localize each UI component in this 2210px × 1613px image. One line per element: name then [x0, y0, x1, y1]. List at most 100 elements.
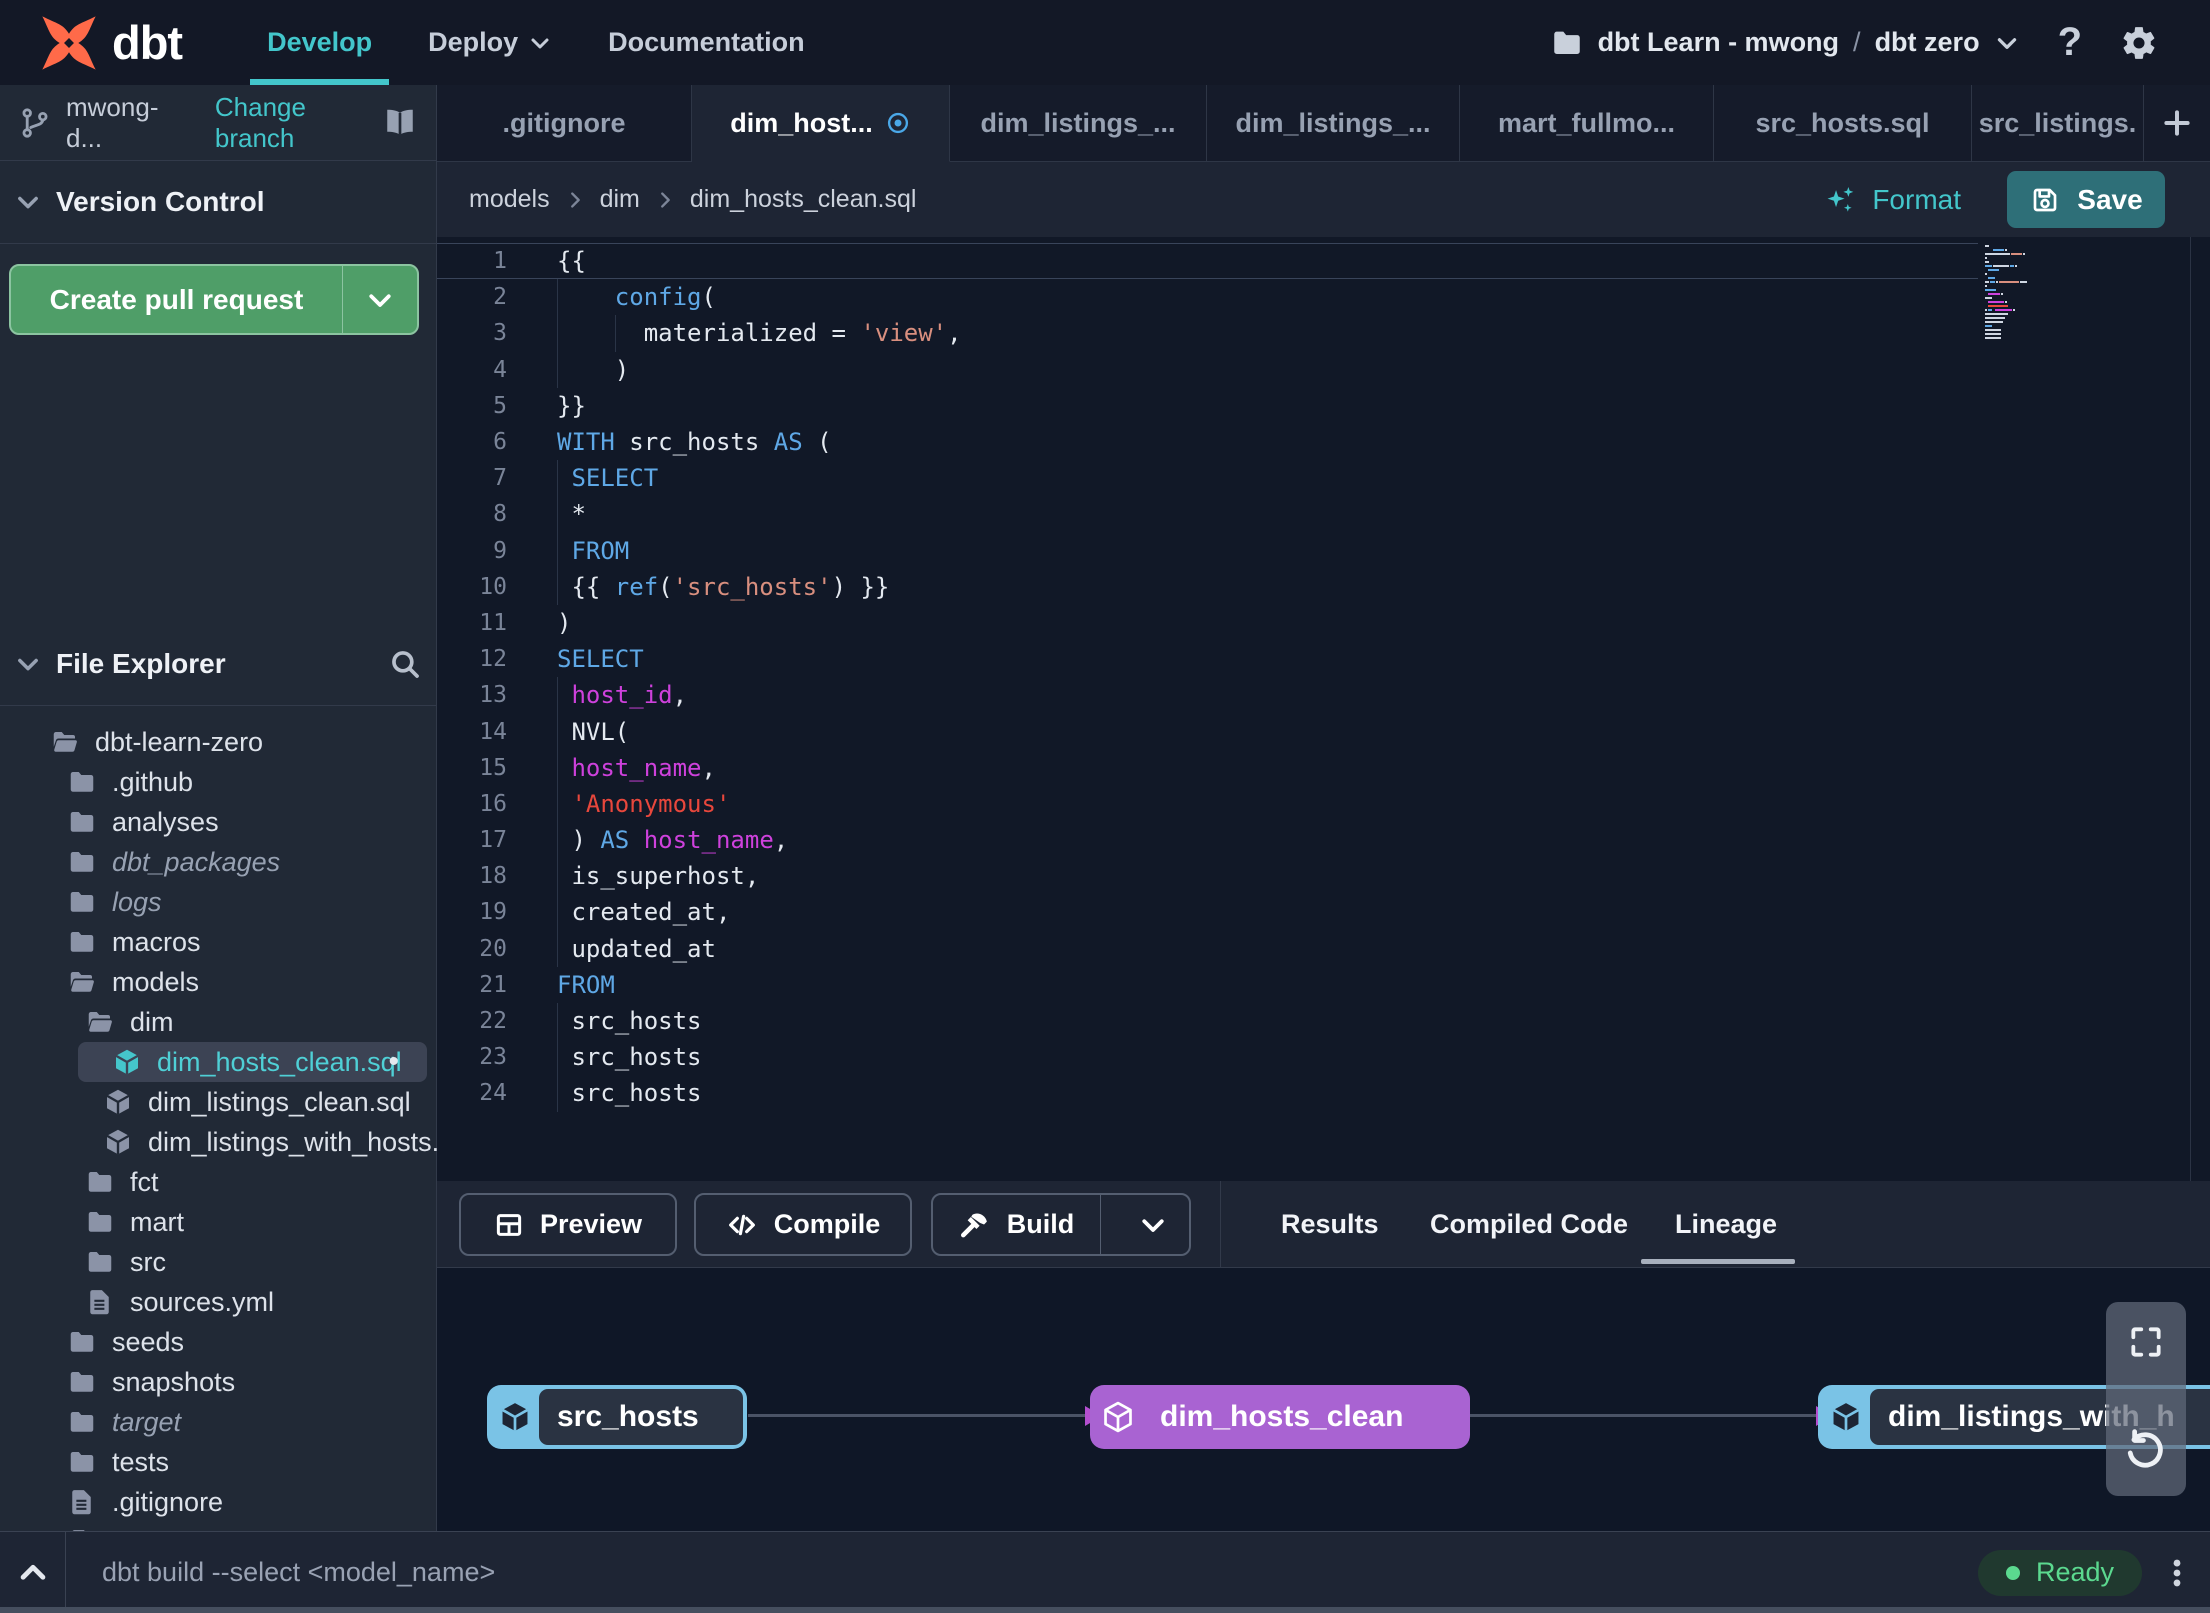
code-line-13[interactable]: 13 host_id, — [437, 677, 1978, 714]
project-name[interactable]: dbt zero — [1875, 27, 1980, 58]
code-line-1[interactable]: 1 {{ — [437, 243, 1978, 280]
build-main[interactable]: Build — [933, 1195, 1101, 1254]
result-tab-results[interactable]: Results — [1281, 1181, 1379, 1267]
create-pr-dropdown[interactable] — [343, 266, 417, 333]
code-line-15[interactable]: 15 host_name, — [437, 749, 1978, 786]
tab-label: dim_listings_... — [980, 108, 1176, 138]
save-button[interactable]: Save — [2007, 171, 2165, 228]
tree-item-analyses[interactable]: analyses — [0, 802, 436, 842]
code-line-24[interactable]: 24 src_hosts — [437, 1075, 1978, 1112]
code-line-5[interactable]: 5}} — [437, 388, 1978, 424]
tab-dim-listings-[interactable]: dim_listings_... — [1207, 85, 1460, 162]
create-pull-request-label[interactable]: Create pull request — [11, 266, 343, 333]
tree-item-snapshots[interactable]: snapshots — [0, 1362, 436, 1402]
code-line-8[interactable]: 8 * — [437, 496, 1978, 533]
action-row: Preview Compile Build Results Compiled Co… — [437, 1181, 2210, 1268]
tree-item-mart[interactable]: mart — [0, 1202, 436, 1242]
tree-item-dim-hosts-clean-sql[interactable]: dim_hosts_clean.sql • — [78, 1042, 427, 1082]
code-text: FROM — [571, 536, 630, 565]
code-line-3[interactable]: 3 materialized = 'view', — [437, 315, 1978, 352]
tree-item-tests[interactable]: tests — [0, 1442, 436, 1482]
tree-item-fct[interactable]: fct — [0, 1162, 436, 1202]
sparkles-icon — [1824, 183, 1858, 217]
code-text: WITH src_hosts AS ( — [557, 428, 832, 457]
result-tab-compiled-code[interactable]: Compiled Code — [1430, 1181, 1628, 1267]
chevron-down-icon — [365, 285, 395, 315]
dbt-logo[interactable]: dbt — [38, 12, 183, 74]
code-line-17[interactable]: 17 ) AS host_name, — [437, 822, 1978, 859]
create-pull-request-button[interactable]: Create pull request — [9, 264, 419, 335]
expand-terminal-button[interactable] — [0, 1532, 66, 1613]
code-line-2[interactable]: 2 config( — [437, 279, 1978, 316]
build-dropdown[interactable] — [1117, 1195, 1189, 1254]
nav-item-documentation[interactable]: Documentation — [591, 0, 822, 85]
code-line-23[interactable]: 23 src_hosts — [437, 1039, 1978, 1076]
gear-icon[interactable] — [2120, 24, 2158, 62]
project-breadcrumb[interactable]: dbt Learn - mwong / dbt zero — [1550, 26, 2020, 60]
tree-item-macros[interactable]: macros — [0, 922, 436, 962]
command-input[interactable]: dbt build --select <model_name> — [102, 1557, 495, 1588]
tree-item-dbt-packages[interactable]: dbt_packages — [0, 842, 436, 882]
format-button[interactable]: Format — [1824, 183, 1961, 217]
nav-item-deploy[interactable]: Deploy — [411, 0, 569, 85]
code-line-16[interactable]: 16 'Anonymous' — [437, 785, 1978, 822]
code-line-19[interactable]: 19 created_at, — [437, 894, 1978, 931]
code-line-4[interactable]: 4 ) — [437, 351, 1978, 388]
line-number: 23 — [479, 1044, 507, 1071]
tab-src-listings-[interactable]: src_listings. — [1972, 85, 2144, 162]
tree-item-target[interactable]: target — [0, 1402, 436, 1442]
tab-dim-host-[interactable]: dim_host... — [692, 85, 950, 162]
preview-button[interactable]: Preview — [459, 1193, 677, 1256]
file-explorer-header[interactable]: File Explorer — [0, 623, 436, 706]
tree-item-src[interactable]: src — [0, 1242, 436, 1282]
tree-item-models[interactable]: models — [0, 962, 436, 1002]
tree-item--gitignore[interactable]: .gitignore — [0, 1482, 436, 1522]
nav-item-develop[interactable]: Develop — [250, 0, 389, 85]
code-line-20[interactable]: 20 updated_at — [437, 930, 1978, 967]
change-branch-link[interactable]: Change branch — [215, 92, 382, 154]
code-line-10[interactable]: 10 {{ ref('src_hosts') }} — [437, 568, 1978, 605]
tree-item-dbt-learn-zero[interactable]: dbt-learn-zero — [0, 722, 436, 762]
code-line-11[interactable]: 11) — [437, 605, 1978, 641]
fullscreen-button[interactable] — [2106, 1302, 2186, 1382]
tab-mart-fullmo-[interactable]: mart_fullmo... — [1460, 85, 1714, 162]
code-line-21[interactable]: 21 FROM — [437, 967, 1978, 1003]
code-line-22[interactable]: 22 src_hosts — [437, 1002, 1978, 1040]
tree-item-seeds[interactable]: seeds — [0, 1322, 436, 1362]
tree-item-sources-yml[interactable]: sources.yml — [0, 1282, 436, 1322]
breadcrumb-item[interactable]: dim_hosts_clean.sql — [690, 185, 917, 214]
minimap[interactable] — [1985, 245, 2043, 341]
result-tab-lineage[interactable]: Lineage — [1675, 1181, 1777, 1267]
code-line-12[interactable]: 12 SELECT — [437, 641, 1978, 677]
tree-item--github[interactable]: .github — [0, 762, 436, 802]
lineage-node-dim-hosts-clean[interactable]: dim_hosts_clean — [1090, 1385, 1470, 1449]
tab-src-hosts-sql[interactable]: src_hosts.sql — [1714, 85, 1972, 162]
search-icon[interactable] — [388, 647, 422, 681]
new-tab-button[interactable] — [2144, 85, 2210, 161]
book-icon[interactable] — [382, 105, 418, 141]
folder-icon — [67, 927, 97, 957]
tree-item-logs[interactable]: logs — [0, 882, 436, 922]
tree-item-dim-listings-clean-sql[interactable]: dim_listings_clean.sql — [0, 1082, 436, 1122]
tree-item-dim-listings-with-hosts-[interactable]: dim_listings_with_hosts... — [0, 1122, 454, 1162]
kebab-menu-icon[interactable] — [2160, 1556, 2194, 1590]
compile-button[interactable]: Compile — [694, 1193, 912, 1256]
code-line-18[interactable]: 18 is_superhost, — [437, 858, 1978, 895]
code-line-9[interactable]: 9 FROM — [437, 532, 1978, 569]
refresh-lineage-button[interactable] — [2106, 1410, 2186, 1490]
code-editor[interactable]: 1{{2 config(3 materialized = 'view', 4 ) 5… — [437, 237, 2210, 1181]
breadcrumb-item[interactable]: models — [469, 185, 550, 214]
tree-item-label: analyses — [112, 806, 219, 837]
lineage-node-src-hosts[interactable]: src_hosts — [487, 1385, 747, 1449]
help-icon[interactable]: ? — [2058, 20, 2082, 65]
version-control-header[interactable]: Version Control — [0, 161, 436, 244]
breadcrumb-item[interactable]: dim — [600, 185, 640, 214]
chevron-down-icon — [14, 650, 42, 678]
tab-dim-listings-[interactable]: dim_listings_... — [950, 85, 1207, 162]
code-line-14[interactable]: 14 NVL( — [437, 713, 1978, 750]
tab--gitignore[interactable]: .gitignore — [437, 85, 692, 162]
tree-item-dim[interactable]: dim — [0, 1002, 436, 1042]
code-line-6[interactable]: 6 WITH src_hosts AS ( — [437, 424, 1978, 460]
code-line-7[interactable]: 7 SELECT — [437, 460, 1978, 497]
build-button[interactable]: Build — [931, 1193, 1191, 1256]
